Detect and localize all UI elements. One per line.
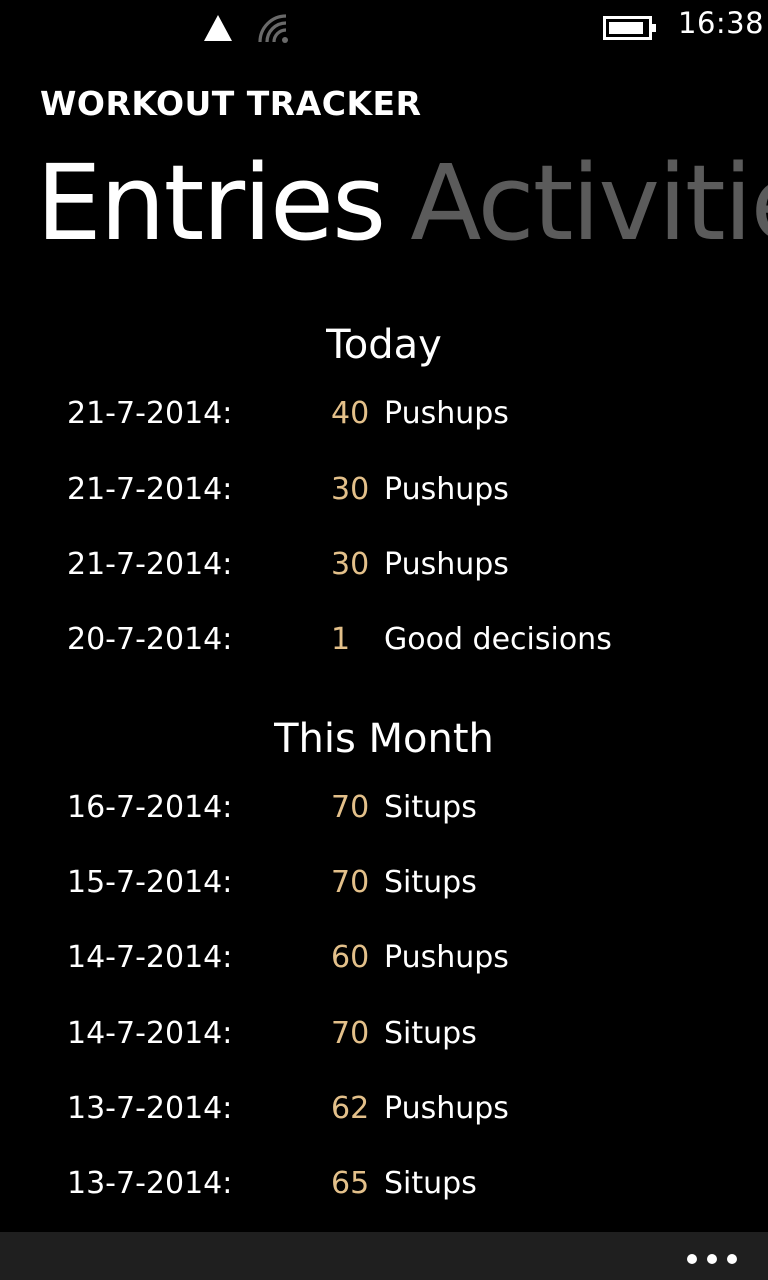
list-item[interactable]: 14-7-2014: 60 Pushups <box>0 940 768 990</box>
list-item[interactable]: 21-7-2014: 30 Pushups <box>0 472 768 522</box>
clock: 16:38 <box>678 6 765 40</box>
entry-activity: Situps <box>384 1016 477 1051</box>
entry-date: 14-7-2014: <box>67 940 233 975</box>
list-item[interactable]: 13-7-2014: 62 Pushups <box>0 1091 768 1141</box>
list-item[interactable]: 20-7-2014: 1 Good decisions <box>0 622 768 672</box>
list-item[interactable]: 15-7-2014: 70 Situps <box>0 865 768 915</box>
entry-activity: Pushups <box>384 396 509 431</box>
entry-date: 21-7-2014: <box>67 472 233 507</box>
entry-amount: 70 <box>331 1016 370 1051</box>
entry-activity: Pushups <box>384 940 509 975</box>
entry-amount: 40 <box>331 396 370 431</box>
entry-date: 14-7-2014: <box>67 1016 233 1051</box>
entry-activity: Situps <box>384 1166 477 1201</box>
tab-entries[interactable]: Entries <box>36 138 386 268</box>
battery-icon <box>603 16 656 40</box>
entry-amount: 65 <box>331 1166 370 1201</box>
status-bar: 16:38 <box>0 0 768 52</box>
list-item[interactable]: 14-7-2014: 70 Situps <box>0 1016 768 1066</box>
list-item[interactable]: 16-7-2014: 70 Situps <box>0 790 768 840</box>
entry-amount: 1 <box>331 622 351 657</box>
entry-activity: Situps <box>384 865 477 900</box>
section-header-this-month: This Month <box>274 716 494 762</box>
pivot-header: EntriesActivities <box>36 138 768 268</box>
entry-date: 20-7-2014: <box>67 622 233 657</box>
list-item[interactable]: 21-7-2014: 40 Pushups <box>0 396 768 446</box>
list-item[interactable]: 13-7-2014: 65 Situps <box>0 1166 768 1216</box>
entry-activity: Situps <box>384 790 477 825</box>
wifi-icon <box>258 14 288 43</box>
entry-date: 13-7-2014: <box>67 1091 233 1126</box>
entry-amount: 70 <box>331 790 370 825</box>
entry-activity: Good decisions <box>384 622 612 657</box>
section-header-today: Today <box>326 322 442 368</box>
more-icon[interactable] <box>686 1242 738 1270</box>
entry-amount: 60 <box>331 940 370 975</box>
entry-date: 21-7-2014: <box>67 396 233 431</box>
entry-amount: 70 <box>331 865 370 900</box>
entry-activity: Pushups <box>384 547 509 582</box>
app-title: WORKOUT TRACKER <box>40 84 422 123</box>
entry-date: 21-7-2014: <box>67 547 233 582</box>
entry-amount: 62 <box>331 1091 370 1126</box>
entry-amount: 30 <box>331 547 370 582</box>
entry-activity: Pushups <box>384 472 509 507</box>
list-item[interactable]: 21-7-2014: 30 Pushups <box>0 547 768 597</box>
entry-date: 13-7-2014: <box>67 1166 233 1201</box>
signal-icon <box>204 15 232 41</box>
app-bar <box>0 1232 768 1280</box>
tab-activities[interactable]: Activities <box>410 138 768 268</box>
entry-date: 15-7-2014: <box>67 865 233 900</box>
entry-amount: 30 <box>331 472 370 507</box>
entry-date: 16-7-2014: <box>67 790 233 825</box>
entry-activity: Pushups <box>384 1091 509 1126</box>
